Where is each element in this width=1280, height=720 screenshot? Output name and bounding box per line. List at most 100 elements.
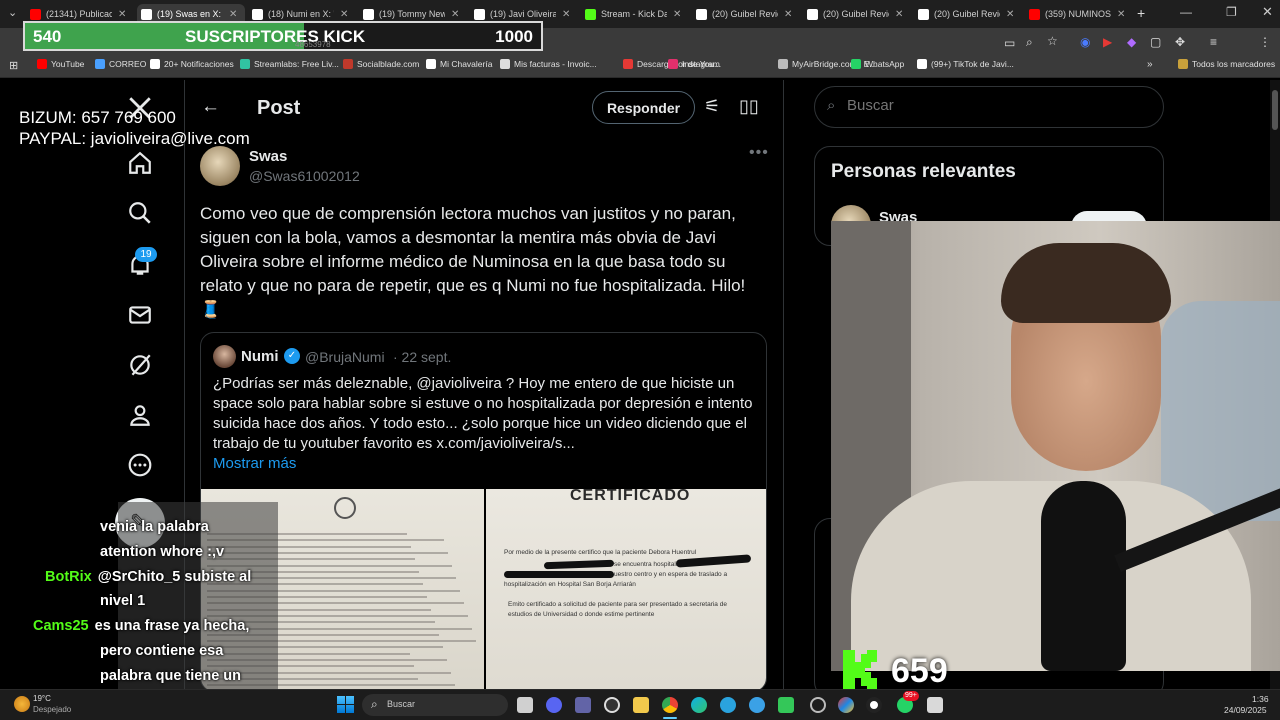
- explorer-icon[interactable]: [633, 697, 649, 713]
- tab-close-icon[interactable]: ✕: [451, 9, 459, 20]
- tab-title: (21341) Publicació: [46, 9, 112, 19]
- show-more-link[interactable]: Mostrar más: [213, 455, 296, 472]
- zoom-icon[interactable]: ⌕: [1026, 35, 1033, 50]
- filter-icon[interactable]: ⚟: [704, 96, 720, 117]
- weather-desc[interactable]: Despejado: [33, 705, 71, 714]
- bookmark-favicon-icon: [150, 59, 160, 69]
- bookmark-item[interactable]: Socialblade.com: [343, 59, 419, 69]
- browser-tab[interactable]: Stream - Kick Das ✕: [581, 4, 689, 24]
- chat-message: venia la palabra: [100, 515, 209, 539]
- verified-badge-icon: ✓: [284, 348, 300, 364]
- clock-date[interactable]: 24/09/2025: [1224, 705, 1267, 715]
- tab-title: Stream - Kick Das: [601, 9, 667, 19]
- bookmark-item[interactable]: CORREO: [95, 59, 146, 69]
- edge-icon[interactable]: [691, 697, 707, 713]
- browser-tab[interactable]: (20) Guibel Revie ✕: [914, 4, 1022, 24]
- tab-close-icon[interactable]: ✕: [895, 9, 903, 20]
- app-ring-icon[interactable]: [810, 697, 826, 713]
- task-view-icon[interactable]: [517, 697, 533, 713]
- bookmark-item[interactable]: 20+ Notificaciones: [150, 59, 234, 69]
- tab-close-icon[interactable]: ✕: [340, 9, 348, 20]
- chat-text: venia la palabra: [100, 519, 209, 535]
- tab-close-icon[interactable]: ✕: [229, 9, 237, 20]
- quote-author-name[interactable]: Numi: [241, 348, 279, 365]
- tab-close-icon[interactable]: ✕: [118, 9, 126, 20]
- more-bookmarks-icon[interactable]: »: [1147, 59, 1153, 70]
- camtasia-icon[interactable]: [778, 697, 794, 713]
- tab-list-icon[interactable]: ⌄: [8, 6, 17, 19]
- bookmark-item[interactable]: Mi Chavalería: [426, 59, 492, 69]
- bookmark-item[interactable]: (99+) TikTok de Javi...: [917, 59, 1014, 69]
- browser-b-icon[interactable]: [749, 697, 765, 713]
- extensions-icon[interactable]: ✥: [1175, 35, 1185, 49]
- extension-a-icon[interactable]: ◉: [1080, 35, 1090, 49]
- minimize-icon[interactable]: —: [1180, 5, 1192, 19]
- bookmark-item[interactable]: Instagram: [668, 59, 720, 69]
- tab-close-icon[interactable]: ✕: [1117, 9, 1125, 20]
- apps-icon[interactable]: ⊞: [9, 59, 18, 72]
- clock-time[interactable]: 1:36: [1252, 694, 1269, 704]
- browser-tab[interactable]: (20) Guibel Revie ✕: [692, 4, 800, 24]
- all-bookmarks[interactable]: Todos los marcadores: [1178, 59, 1275, 69]
- chat-text: pero contiene esa: [100, 643, 224, 659]
- subscriber-current: 540: [33, 27, 62, 46]
- weather-icon[interactable]: [14, 696, 30, 712]
- reply-button[interactable]: Responder: [592, 91, 695, 124]
- bookmark-star-icon[interactable]: ☆: [1047, 34, 1058, 48]
- maximize-icon[interactable]: ❐: [1226, 5, 1237, 19]
- browser-tab[interactable]: (20) Guibel Revie ✕: [803, 4, 911, 24]
- menu-icon[interactable]: ⋮: [1259, 35, 1271, 49]
- chat-text: atention whore :,v: [100, 543, 225, 560]
- bookmark-item[interactable]: Mis facturas - Invoic...: [500, 59, 597, 69]
- bookmark-item[interactable]: WhatsApp: [851, 59, 904, 69]
- search-input[interactable]: [847, 97, 1147, 114]
- tab-close-icon[interactable]: ✕: [784, 9, 792, 20]
- post-author-handle[interactable]: @Swas61002012: [249, 168, 360, 184]
- tab-close-icon[interactable]: ✕: [1006, 9, 1014, 20]
- tab-close-icon[interactable]: ✕: [673, 9, 681, 20]
- tab-close-icon[interactable]: ✕: [562, 9, 570, 20]
- messages-icon[interactable]: [127, 302, 153, 328]
- snipping-icon[interactable]: [927, 697, 943, 713]
- bookmark-item[interactable]: YouTube: [37, 59, 84, 69]
- bookmark-item[interactable]: Streamlabs: Free Liv...: [240, 59, 339, 69]
- close-window-icon[interactable]: ✕: [1262, 4, 1273, 20]
- reading-list-icon[interactable]: ≡: [1210, 35, 1217, 49]
- tab-favicon-icon: [1029, 8, 1040, 20]
- search-box[interactable]: ⌕: [814, 86, 1164, 128]
- reader-icon[interactable]: ▯▯: [739, 96, 759, 117]
- browser-tab[interactable]: (359) NUMINOSA ✕: [1025, 4, 1133, 24]
- extension-c-icon[interactable]: ◆: [1127, 35, 1136, 49]
- chrome-icon[interactable]: [662, 697, 678, 713]
- post-options-icon[interactable]: •••: [749, 144, 769, 162]
- grok-icon[interactable]: [127, 352, 153, 378]
- chat-message: palabra que tiene un: [100, 664, 241, 688]
- teams-icon[interactable]: [575, 697, 591, 713]
- post-author-name[interactable]: Swas: [249, 148, 287, 165]
- post-text: Como veo que de comprensión lectora much…: [200, 202, 760, 322]
- discord-icon[interactable]: [546, 697, 562, 713]
- profile-icon[interactable]: [127, 402, 153, 428]
- more-icon[interactable]: [127, 452, 153, 478]
- obs-icon[interactable]: [604, 697, 620, 713]
- weather-temp[interactable]: 19°C: [33, 694, 51, 703]
- bookmark-label: Socialblade.com: [357, 59, 420, 69]
- quote-author-handle[interactable]: @BrujaNumi: [305, 349, 385, 365]
- home-icon[interactable]: [127, 150, 153, 176]
- back-arrow-icon[interactable]: ←: [201, 96, 220, 118]
- app-color-icon[interactable]: [838, 697, 854, 713]
- new-tab-icon[interactable]: +: [1137, 5, 1145, 21]
- certificate-image[interactable]: CERTIFICADO Por medio de la presente cer…: [486, 489, 766, 691]
- taskbar-search[interactable]: ⌕ Buscar: [362, 694, 508, 716]
- quote-avatar[interactable]: [213, 345, 236, 368]
- start-windows-icon[interactable]: [337, 696, 354, 713]
- quote-date[interactable]: · 22 sept.: [393, 349, 451, 365]
- explore-icon[interactable]: [127, 200, 153, 226]
- telegram-icon[interactable]: [720, 697, 736, 713]
- extension-d-icon[interactable]: ▢: [1150, 35, 1161, 49]
- app-black-icon[interactable]: [866, 697, 882, 713]
- extension-b-icon[interactable]: ▶: [1103, 35, 1112, 49]
- cast-icon[interactable]: ▭: [1004, 36, 1015, 50]
- avatar[interactable]: [200, 146, 240, 186]
- quote-body: ¿Podrías ser más deleznable, @javiolivei…: [213, 375, 753, 452]
